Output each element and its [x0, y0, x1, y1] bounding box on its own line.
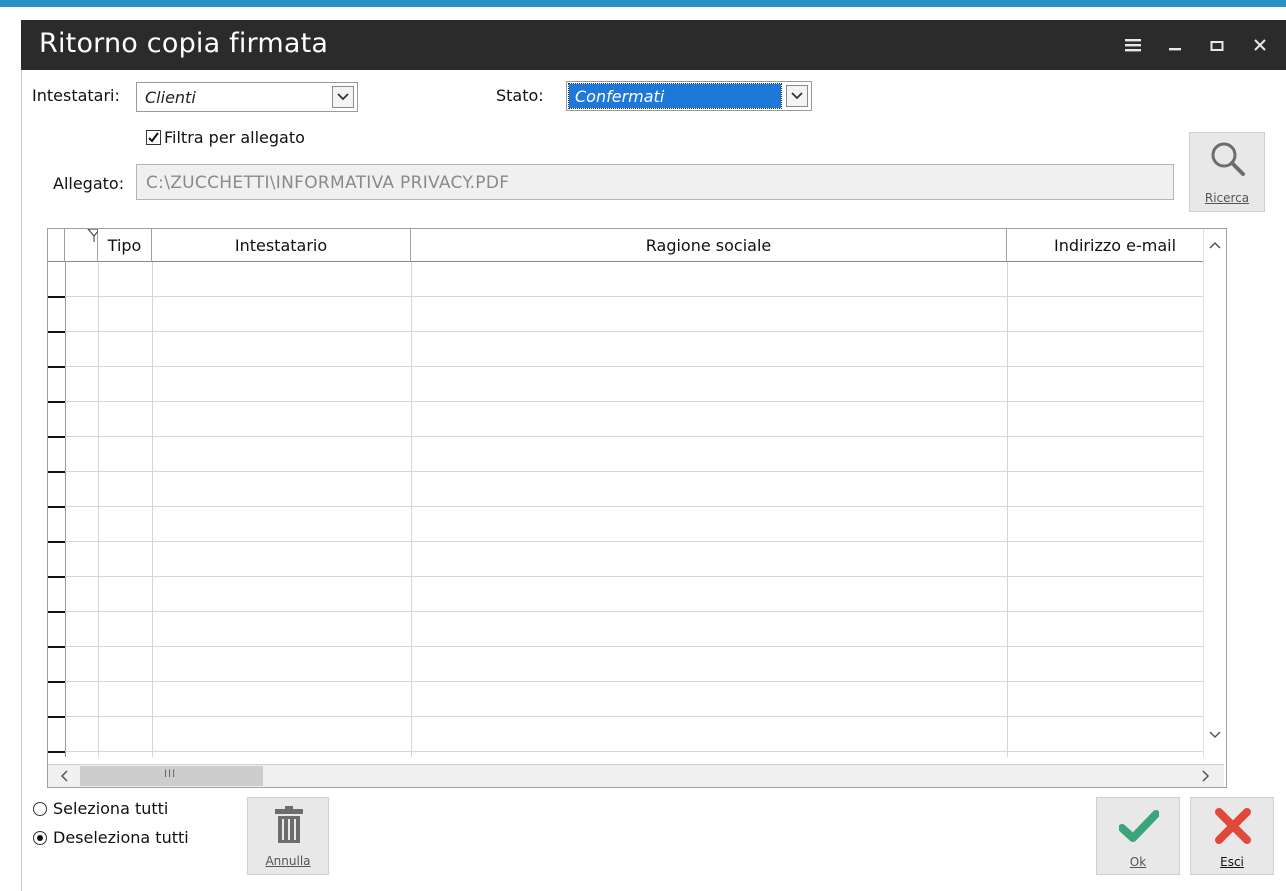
table-row[interactable]	[48, 436, 1224, 437]
intestatari-dropdown-arrow[interactable]	[332, 86, 354, 108]
row-header-tick	[48, 716, 65, 718]
accent-bar	[0, 0, 1286, 7]
deseleziona-tutti-label[interactable]: Deseleziona tutti	[53, 828, 189, 847]
hamburger-icon	[1125, 39, 1141, 52]
window-border	[21, 70, 22, 891]
table-row[interactable]	[48, 751, 1224, 752]
row-header-tick	[48, 296, 65, 298]
filtra-label[interactable]: Filtra per allegato	[164, 128, 305, 147]
intestatari-select[interactable]: Clienti	[136, 82, 358, 112]
maximize-icon	[1210, 41, 1224, 51]
row-header-tick	[48, 401, 65, 403]
row-header-tick	[48, 506, 65, 508]
filter-header-cell[interactable]	[65, 229, 101, 262]
intestatari-label: Intestatari:	[32, 86, 120, 105]
vertical-scrollbar[interactable]	[1203, 229, 1226, 757]
annulla-button[interactable]: Annulla	[247, 797, 329, 875]
results-grid[interactable]: Tipo Intestatario Ragione sociale Indiri…	[47, 228, 1227, 788]
table-row[interactable]	[48, 681, 1224, 682]
table-row[interactable]	[48, 296, 1224, 297]
column-header-indirizzo-email[interactable]: Indirizzo e-mail	[1007, 229, 1224, 262]
table-row[interactable]	[48, 576, 1224, 577]
check-icon	[1119, 810, 1159, 842]
stato-label: Stato:	[496, 86, 544, 105]
chevron-down-icon	[337, 93, 349, 101]
table-row[interactable]	[48, 506, 1224, 507]
stato-select[interactable]: Confermati	[566, 81, 812, 111]
maximize-button[interactable]	[1200, 20, 1234, 70]
row-header-tick	[48, 471, 65, 473]
column-separator	[152, 262, 153, 757]
ricerca-button[interactable]: Ricerca	[1189, 132, 1265, 212]
column-header-ragione-sociale[interactable]: Ragione sociale	[411, 229, 1007, 262]
menu-button[interactable]	[1116, 20, 1150, 70]
dialog-window: Ritorno copia firmata Intestatari: Clien…	[0, 0, 1286, 891]
title-bar: Ritorno copia firmata	[21, 20, 1286, 70]
search-icon	[1211, 142, 1245, 176]
scroll-thumb-grip: III	[164, 768, 177, 780]
close-x-icon	[1215, 808, 1251, 844]
trash-icon	[275, 806, 303, 843]
scroll-right-icon[interactable]	[1202, 770, 1210, 782]
horizontal-scrollbar[interactable]: III	[48, 764, 1224, 787]
row-header-tick	[48, 681, 65, 683]
ricerca-label: Ricerca	[1204, 191, 1250, 205]
scroll-left-icon[interactable]	[60, 770, 68, 782]
stato-value: Confermati	[575, 87, 665, 106]
row-header-tick	[48, 366, 65, 368]
row-header-tick	[48, 646, 65, 648]
deseleziona-tutti-radio[interactable]	[33, 831, 47, 845]
minimize-button[interactable]	[1158, 20, 1192, 70]
column-header-intestatario[interactable]: Intestatario	[152, 229, 411, 262]
stato-dropdown-arrow[interactable]	[786, 85, 808, 107]
row-header-tick	[48, 751, 65, 753]
close-icon	[1254, 39, 1266, 51]
row-header-corner	[48, 229, 65, 262]
allegato-field[interactable]: C:\ZUCCHETTI\INFORMATIVA PRIVACY.PDF	[136, 164, 1174, 200]
table-row[interactable]	[48, 331, 1224, 332]
scroll-down-icon[interactable]	[1209, 731, 1221, 739]
table-row[interactable]	[48, 611, 1224, 612]
close-button[interactable]	[1243, 20, 1277, 70]
row-header-tick	[48, 436, 65, 438]
esci-button[interactable]: Esci	[1190, 797, 1274, 875]
row-header-tick	[48, 611, 65, 613]
filtra-checkbox[interactable]	[146, 130, 161, 145]
chevron-down-icon	[791, 92, 803, 100]
scroll-up-icon[interactable]	[1209, 241, 1221, 249]
row-header-tick	[48, 331, 65, 333]
minimize-icon	[1169, 48, 1181, 51]
column-separator	[411, 262, 412, 757]
table-row[interactable]	[48, 471, 1224, 472]
table-row[interactable]	[48, 646, 1224, 647]
column-header-tipo[interactable]: Tipo	[98, 229, 152, 262]
checkmark-icon	[148, 132, 159, 143]
allegato-value: C:\ZUCCHETTI\INFORMATIVA PRIVACY.PDF	[146, 173, 510, 193]
table-row[interactable]	[48, 366, 1224, 367]
table-row[interactable]	[48, 541, 1224, 542]
column-separator	[1007, 262, 1008, 757]
annulla-label: Annulla	[265, 854, 311, 868]
intestatari-value: Clienti	[145, 88, 196, 107]
ok-button[interactable]: Ok	[1096, 797, 1180, 875]
column-separator	[98, 262, 99, 757]
row-header-tick	[48, 576, 65, 578]
seleziona-tutti-radio[interactable]	[33, 802, 47, 816]
seleziona-tutti-label[interactable]: Seleziona tutti	[53, 799, 168, 818]
esci-label: Esci	[1220, 855, 1244, 869]
row-header-tick	[48, 541, 65, 543]
horizontal-scroll-thumb[interactable]: III	[80, 766, 263, 786]
table-row[interactable]	[48, 401, 1224, 402]
allegato-label: Allegato:	[53, 174, 125, 193]
ok-label: Ok	[1129, 855, 1147, 869]
row-header-border	[65, 262, 66, 757]
window-title: Ritorno copia firmata	[39, 28, 329, 59]
table-row[interactable]	[48, 716, 1224, 717]
